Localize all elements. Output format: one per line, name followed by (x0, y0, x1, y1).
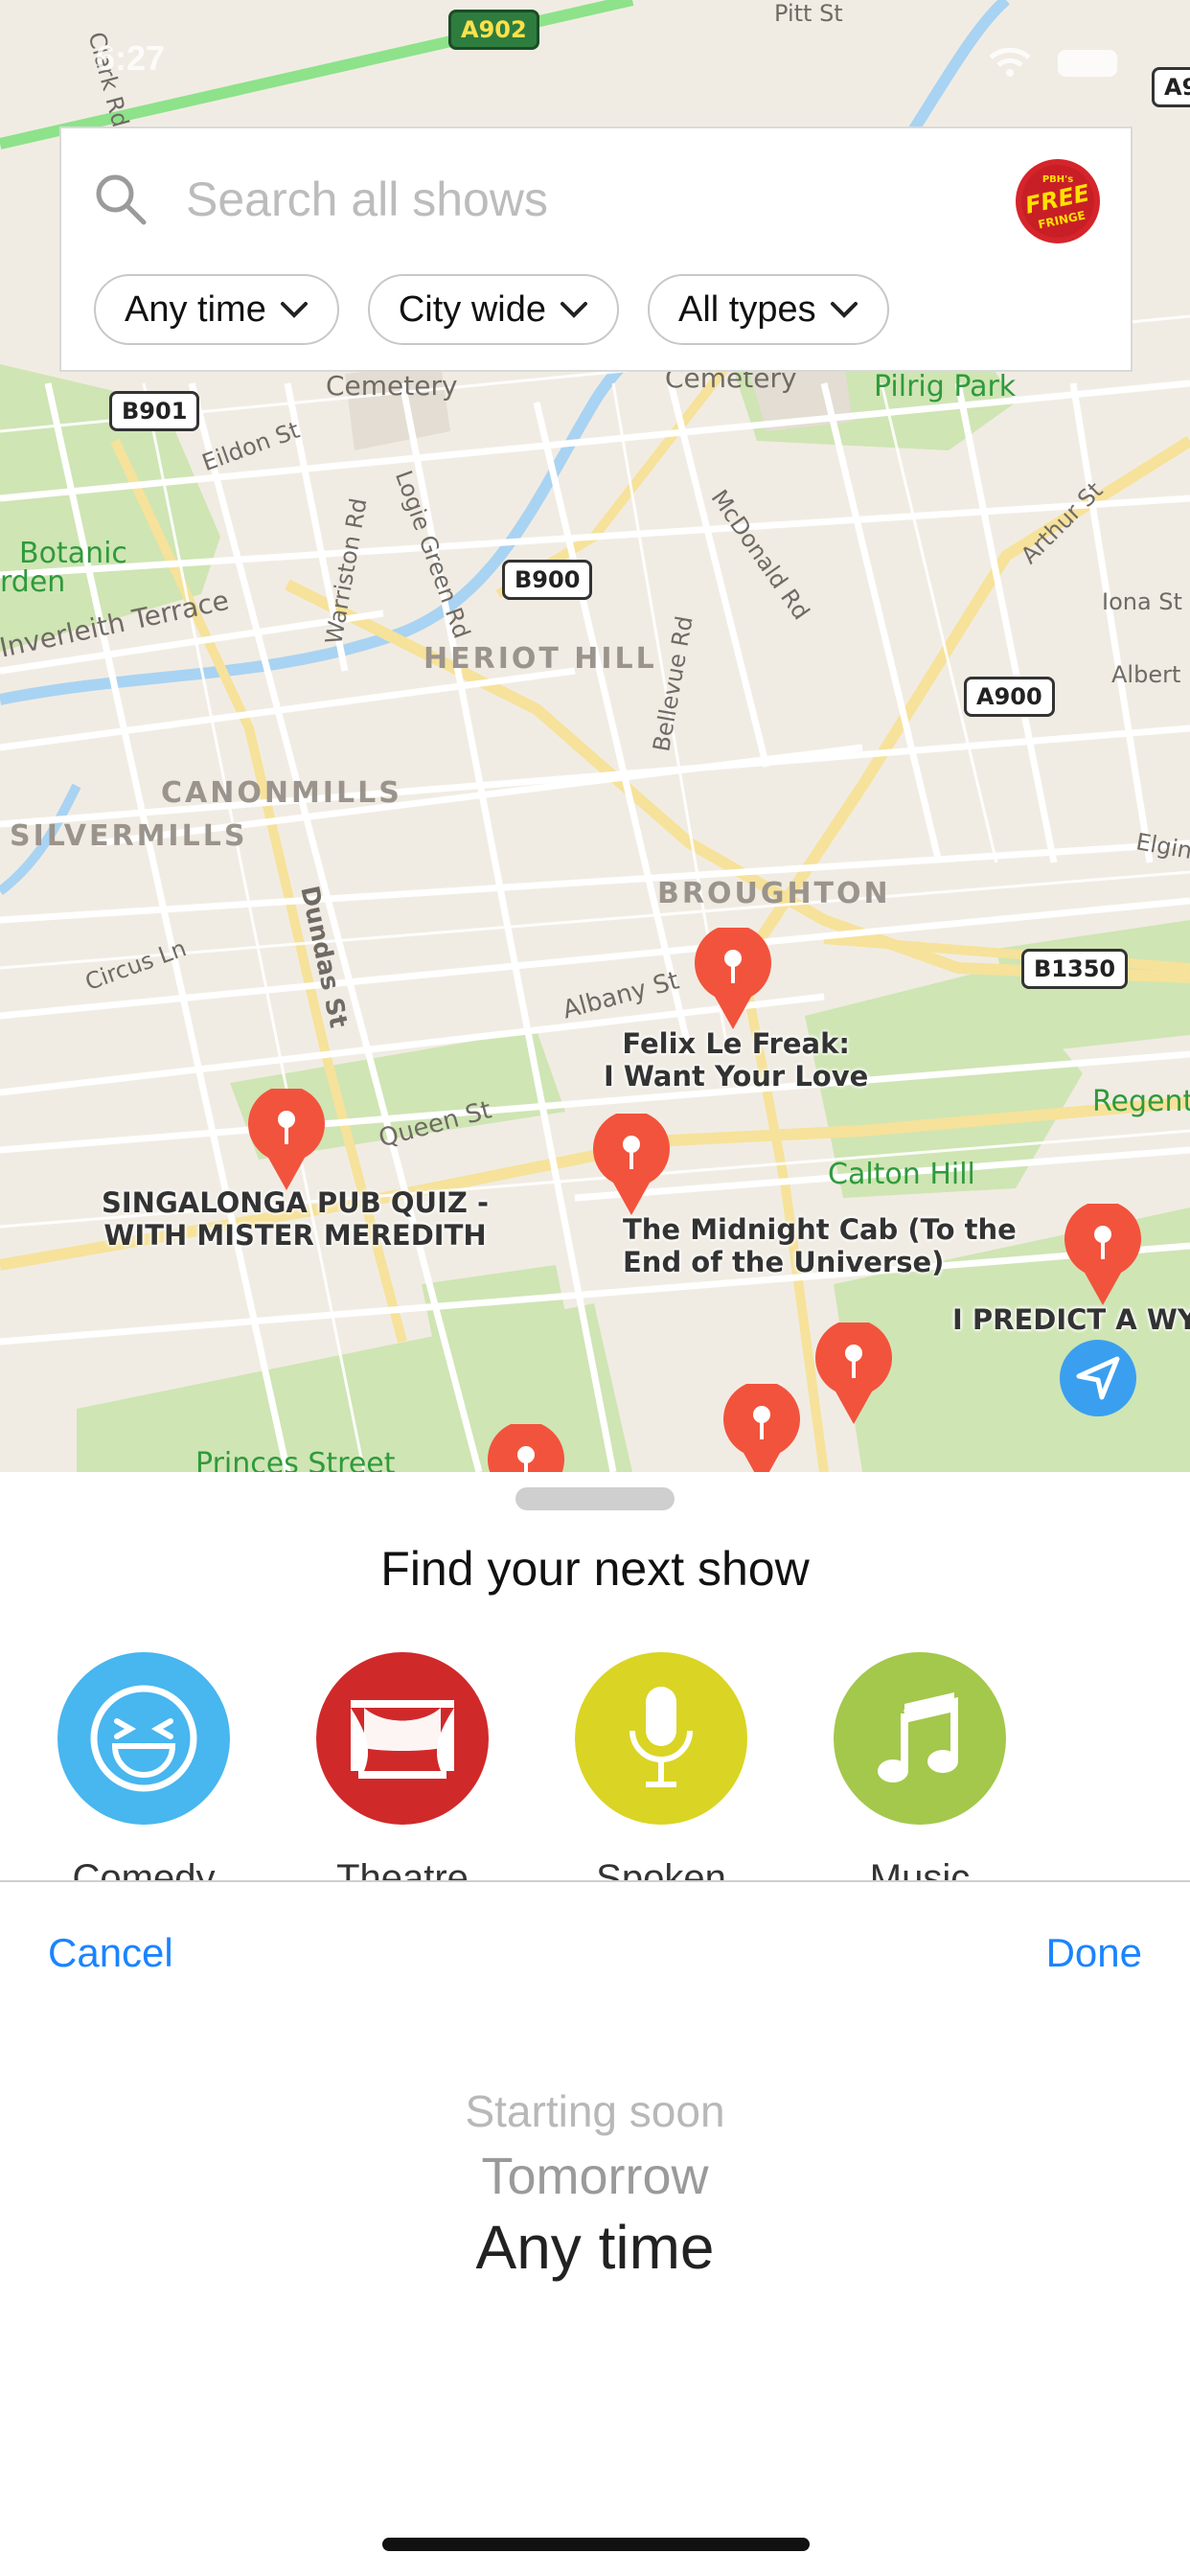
filter-location[interactable]: City wide (367, 274, 619, 345)
sheet-drag-handle[interactable] (515, 1487, 675, 1510)
show-pin-label[interactable]: SINGALONGA PUB QUIZ - WITH MISTER MEREDI… (102, 1186, 489, 1252)
map-area-label: SILVERMILLS (10, 819, 248, 853)
road-shield: B1350 (1021, 949, 1129, 989)
current-location-button[interactable] (1058, 1338, 1138, 1418)
park-label: Pilrig Park (874, 370, 1017, 403)
filter-time[interactable]: Any time (94, 274, 339, 345)
filter-label: All types (677, 288, 816, 330)
park-label: Cemetery (326, 370, 458, 402)
filter-label: City wide (398, 288, 546, 330)
category-theatre[interactable]: Theatre (316, 1652, 489, 1900)
show-pin[interactable] (485, 1424, 567, 1472)
road-shield: A900 (964, 677, 1055, 717)
sheet-title: Find your next show (380, 1542, 810, 1596)
map-area-label: HERIOT HILL (423, 642, 657, 676)
park-label: Calton Hill (828, 1158, 975, 1191)
search-input[interactable] (186, 171, 952, 228)
battery-icon (1058, 50, 1117, 77)
free-fringe-logo[interactable]: PBH's FREE FRINGE (1014, 157, 1102, 245)
show-pin[interactable] (812, 1322, 895, 1428)
street-label: Albert (1111, 661, 1181, 688)
search-bar[interactable]: PBH's FREE FRINGE (61, 128, 1131, 272)
show-title-line: End of the Universe) (623, 1246, 945, 1278)
stage-curtain-icon (351, 1700, 454, 1779)
cancel-button[interactable]: Cancel (48, 1930, 173, 1976)
chevron-down-icon (560, 302, 587, 318)
wifi-icon (989, 47, 1031, 77)
show-title-line: The Midnight Cab (To the (623, 1213, 1017, 1246)
chevron-down-icon (280, 302, 308, 318)
show-title-line: Felix Le Freak: (622, 1027, 850, 1060)
road-shield: B900 (502, 560, 593, 600)
road-shield: B901 (109, 391, 200, 431)
search-card: PBH's FREE FRINGE Any time City wide All… (59, 126, 1133, 372)
search-icon (96, 174, 147, 225)
filter-bar: Any time City wide All types (94, 274, 889, 345)
show-pin[interactable] (1062, 1204, 1144, 1309)
bottom-sheet: Find your next show Comedy Theatre Spoke… (0, 1472, 1190, 1943)
filter-type[interactable]: All types (647, 274, 889, 345)
show-pin[interactable] (692, 928, 774, 1033)
status-bar: 6:27 (0, 0, 1190, 115)
park-label: Princes Street (195, 1447, 396, 1472)
picker-option-selected[interactable]: Any time (0, 2212, 1190, 2283)
show-pin[interactable] (245, 1089, 328, 1194)
home-indicator (382, 2538, 810, 2551)
map-area-label: CANONMILLS (161, 776, 402, 810)
show-title-line: SINGALONGA PUB QUIZ - (102, 1186, 490, 1219)
show-title-line: I PREDICT A WYA (952, 1303, 1190, 1336)
chevron-down-icon (830, 302, 858, 318)
show-pin[interactable] (590, 1114, 673, 1219)
park-label: rden (0, 565, 66, 599)
street-label: Iona St (1102, 588, 1182, 615)
show-pin[interactable] (721, 1384, 803, 1472)
show-title-line: I Want Your Love (604, 1060, 869, 1092)
show-pin-label[interactable]: The Midnight Cab (To the End of the Univ… (623, 1213, 1017, 1278)
laughing-face-icon (90, 1685, 197, 1792)
map-area-label: BROUGHTON (657, 877, 891, 910)
music-note-icon (878, 1692, 958, 1782)
status-time: 6:27 (96, 38, 166, 78)
show-title-line: WITH MISTER MEREDITH (103, 1219, 487, 1252)
done-button[interactable]: Done (1046, 1930, 1142, 1976)
park-label: Regent (1092, 1085, 1190, 1118)
picker-option[interactable]: Starting soon (0, 2085, 1190, 2137)
microphone-icon (629, 1687, 693, 1787)
time-picker: Cancel Done Starting soon Tomorrow Any t… (0, 1880, 1190, 2576)
show-pin-label[interactable]: I PREDICT A WYA (952, 1303, 1190, 1336)
show-pin-label[interactable]: Felix Le Freak: I Want Your Love (604, 1027, 868, 1092)
category-comedy[interactable]: Comedy (57, 1652, 230, 1900)
filter-label: Any time (125, 288, 266, 330)
picker-option[interactable]: Tomorrow (0, 2147, 1190, 2206)
category-music[interactable]: Music (834, 1652, 1006, 1900)
